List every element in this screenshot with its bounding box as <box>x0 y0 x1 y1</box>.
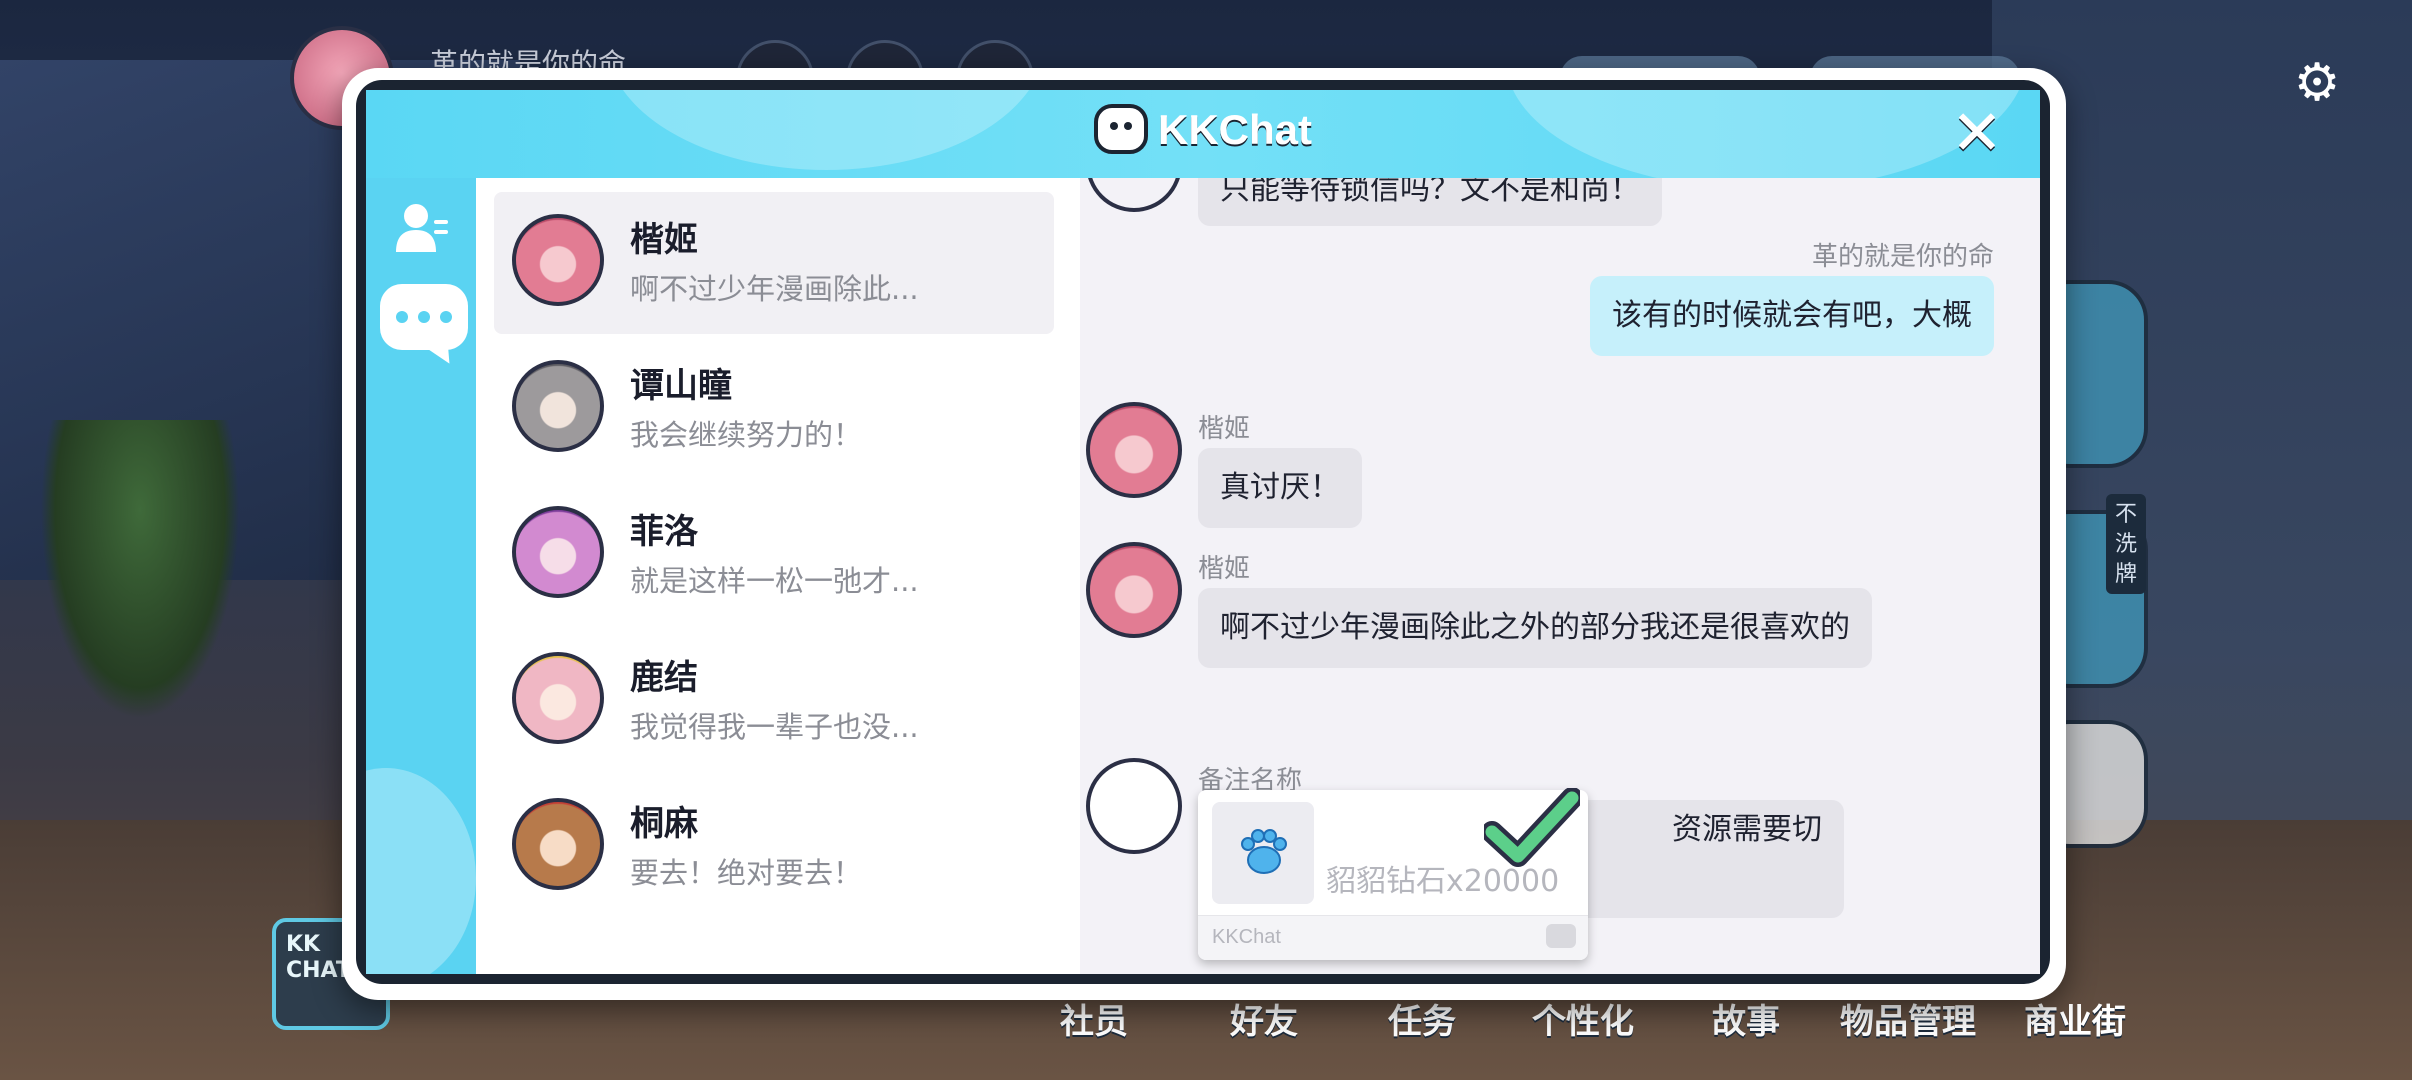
user-list-icon <box>396 204 448 252</box>
background-plant <box>40 420 240 720</box>
contact-item-tongma[interactable]: 桐麻 要去！绝对要去！ <box>494 776 1054 918</box>
nav-personalize[interactable]: 个性化 <box>1532 994 1634 1042</box>
gift-footer: KKChat <box>1198 915 1588 960</box>
message-avatar <box>1086 542 1182 638</box>
gift-icon-box <box>1212 802 1314 904</box>
paw-icon <box>1241 829 1287 874</box>
contact-preview: 我会继续努力的！ <box>630 418 863 452</box>
my-message-bubble: 该有的时候就会有吧，大概 <box>1590 276 1994 356</box>
chat-tab-icon[interactable] <box>380 284 468 350</box>
message-bubble: 只能等待锁信吗？文不是和尚！ <box>1198 178 1662 226</box>
contact-avatar <box>512 360 604 452</box>
nav-friends[interactable]: 好友 <box>1230 994 1298 1042</box>
kkchat-logo-icon <box>1094 103 1148 154</box>
contact-avatar <box>512 652 604 744</box>
message-avatar <box>1086 178 1182 212</box>
nav-shop-street[interactable]: 商业街 <box>2024 994 2126 1042</box>
contact-item-lujie[interactable]: 鹿结 我觉得我一辈子也没... <box>494 630 1054 772</box>
kkchat-modal: KKChat ✕ 楷姬 啊不过少年漫画除此... 谭山瞳 我会继续努力的！ 菲洛… <box>342 68 2066 1000</box>
close-button[interactable]: ✕ <box>1948 102 2006 164</box>
contact-name: 桐麻 <box>630 804 698 844</box>
contact-item-feiluo[interactable]: 菲洛 就是这样一松一弛才... <box>494 484 1054 626</box>
contact-preview: 就是这样一松一弛才... <box>630 564 919 598</box>
chat-bubble-icon <box>1546 924 1576 948</box>
contact-preview: 啊不过少年漫画除此... <box>630 272 919 306</box>
message-bubble: 真讨厌！ <box>1198 448 1362 528</box>
message-avatar-blank <box>1086 758 1182 854</box>
side-tag[interactable]: 不洗牌 <box>2106 494 2146 594</box>
kkchat-side-rail <box>366 178 476 974</box>
nav-tasks[interactable]: 任务 <box>1388 994 1456 1042</box>
contacts-tab-icon[interactable] <box>394 198 450 258</box>
contact-list: 楷姬 啊不过少年漫画除此... 谭山瞳 我会继续努力的！ 菲洛 就是这样一松一弛… <box>476 178 1080 974</box>
contact-name: 谭山瞳 <box>630 366 732 406</box>
my-name: 革的就是你的命 <box>1811 242 1994 272</box>
contact-avatar <box>512 506 604 598</box>
nav-items[interactable]: 物品管理 <box>1840 994 1976 1042</box>
message-sender-name: 楷姬 <box>1198 554 1251 584</box>
message-sender-name: 楷姬 <box>1198 414 1251 444</box>
contact-item-kaiji[interactable]: 楷姬 啊不过少年漫画除此... <box>494 192 1054 334</box>
nav-story[interactable]: 故事 <box>1712 994 1780 1042</box>
contact-avatar <box>512 798 604 890</box>
nav-members[interactable]: 社员 <box>1060 994 1128 1042</box>
contact-avatar <box>512 214 604 306</box>
kkchat-title-wrap: KKChat <box>366 103 2040 158</box>
gamepad-icon[interactable]: ⚙ <box>2282 48 2352 118</box>
contact-preview: 我觉得我一辈子也没... <box>630 710 919 744</box>
contact-name: 楷姬 <box>630 220 698 260</box>
contact-name: 菲洛 <box>630 512 698 552</box>
kkchat-window: KKChat ✕ 楷姬 啊不过少年漫画除此... 谭山瞳 我会继续努力的！ 菲洛… <box>356 80 2050 984</box>
kkchat-header: KKChat ✕ <box>366 90 2040 178</box>
kkchat-title: KKChat <box>1158 106 1312 153</box>
message-avatar <box>1086 402 1182 498</box>
message-bubble: 啊不过少年漫画除此之外的部分我还是很喜欢的 <box>1198 588 1872 668</box>
contact-item-tanshantong[interactable]: 谭山瞳 我会继续努力的！ <box>494 338 1054 480</box>
contact-preview: 要去！绝对要去！ <box>630 856 863 890</box>
checkmark-icon <box>1484 788 1580 867</box>
rail-decoration <box>366 768 476 974</box>
contact-name: 鹿结 <box>630 658 698 698</box>
gift-footer-label: KKChat <box>1212 926 1281 948</box>
chat-area: 只能等待锁信吗？文不是和尚！ 革的就是你的命 该有的时候就会有吧，大概 楷姬 真… <box>1080 178 2040 974</box>
